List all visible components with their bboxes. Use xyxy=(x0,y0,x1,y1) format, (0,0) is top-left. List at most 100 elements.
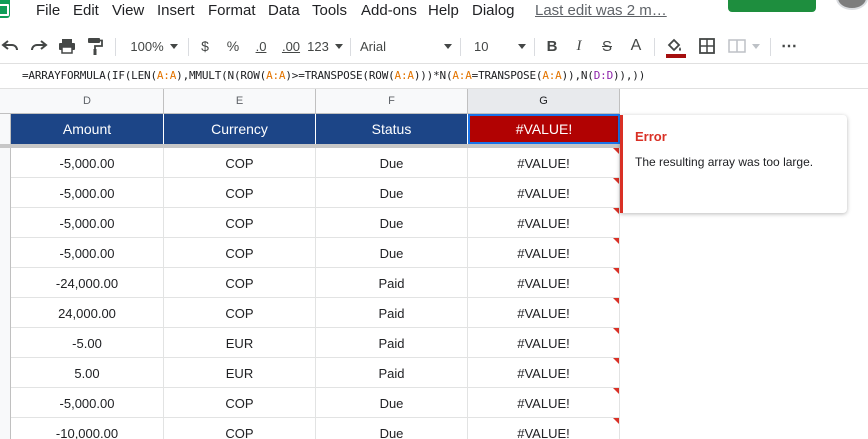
merge-cells-icon[interactable] xyxy=(726,34,762,58)
cell-status[interactable]: Due xyxy=(316,388,468,418)
cell-currency[interactable]: COP xyxy=(164,268,316,298)
cell-currency[interactable]: COP xyxy=(164,238,316,268)
formula-text[interactable]: =ARRAYFORMULA(IF(LEN(A:A),MMULT(N(ROW(A:… xyxy=(22,69,645,82)
menu-edit[interactable]: Edit xyxy=(73,2,99,19)
cell-amount[interactable]: -5,000.00 xyxy=(11,178,164,208)
more-formats-select[interactable]: 123 xyxy=(304,34,346,58)
menu-insert[interactable]: Insert xyxy=(157,2,195,19)
header-cell-currency[interactable]: Currency xyxy=(164,114,316,144)
cell-result[interactable]: #VALUE! xyxy=(468,328,620,358)
menu-view[interactable]: View xyxy=(112,2,144,19)
formula-bar[interactable]: =ARRAYFORMULA(IF(LEN(A:A),MMULT(N(ROW(A:… xyxy=(0,63,868,89)
cell-status[interactable]: Paid xyxy=(316,268,468,298)
cell-status[interactable]: Due xyxy=(316,418,468,439)
italic-button[interactable]: I xyxy=(570,34,588,58)
cell-amount[interactable]: -24,000.00 xyxy=(11,268,164,298)
cell-result[interactable]: #VALUE! xyxy=(468,388,620,418)
cell-currency[interactable]: COP xyxy=(164,298,316,328)
table-row: -24,000.00 COP Paid #VALUE! xyxy=(11,268,620,298)
undo-icon[interactable] xyxy=(0,34,20,58)
percent-format-button[interactable]: % xyxy=(224,34,242,58)
strikethrough-button[interactable]: S xyxy=(598,34,616,58)
menu-file[interactable]: File xyxy=(36,2,60,19)
cell-value: COP xyxy=(225,395,254,411)
table-row: -10,000.00 COP Due #VALUE! xyxy=(11,418,620,439)
menu-help[interactable]: Help xyxy=(428,2,459,19)
share-button[interactable] xyxy=(728,0,816,12)
cell-result[interactable]: #VALUE! xyxy=(468,178,620,208)
borders-icon[interactable] xyxy=(696,34,718,58)
more-options-icon[interactable]: ⋯ xyxy=(778,34,800,58)
table-row: 5.00 EUR Paid #VALUE! xyxy=(11,358,620,388)
cell-currency[interactable]: COP xyxy=(164,418,316,439)
sheets-logo-icon[interactable] xyxy=(0,0,10,18)
cell-result[interactable]: #VALUE! xyxy=(468,358,620,388)
formula-ref-d: D:D xyxy=(593,69,613,82)
cell-status[interactable]: Paid xyxy=(316,358,468,388)
cell-result[interactable]: #VALUE! xyxy=(468,148,620,178)
menu-dialog[interactable]: Dialog xyxy=(472,2,515,19)
header-cell-status[interactable]: Status xyxy=(316,114,468,144)
cell-value: #VALUE! xyxy=(517,425,570,439)
cell-currency[interactable]: COP xyxy=(164,388,316,418)
increase-decimals-button[interactable]: .00 xyxy=(278,34,304,58)
table-row: -5,000.00 COP Due #VALUE! xyxy=(11,238,620,268)
table-row: -5,000.00 COP Due #VALUE! xyxy=(11,208,620,238)
cell-value: #VALUE! xyxy=(517,275,570,291)
cell-currency[interactable]: COP xyxy=(164,178,316,208)
decrease-decimals-button[interactable]: .0 xyxy=(250,34,272,58)
cell-result[interactable]: #VALUE! xyxy=(468,298,620,328)
menu-data[interactable]: Data xyxy=(268,2,300,19)
font-size-select[interactable]: 10 xyxy=(474,34,526,58)
text-color-button[interactable]: A xyxy=(626,34,646,58)
cell-currency[interactable]: EUR xyxy=(164,358,316,388)
toolbar: 100% $ % .0 .00 123 Arial 10 B I S A ⋯ xyxy=(0,30,868,62)
cell-currency[interactable]: COP xyxy=(164,208,316,238)
cell-value: Due xyxy=(379,185,404,201)
cell-result[interactable]: #VALUE! xyxy=(468,268,620,298)
column-header-g[interactable]: G xyxy=(468,89,620,113)
menu-format[interactable]: Format xyxy=(208,2,256,19)
cell-amount[interactable]: -5,000.00 xyxy=(11,208,164,238)
font-name: Arial xyxy=(360,38,387,54)
cell-result[interactable]: #VALUE! xyxy=(468,238,620,268)
cell-value: COP xyxy=(225,155,254,171)
font-select[interactable]: Arial xyxy=(360,34,452,58)
cell-status[interactable]: Due xyxy=(316,148,468,178)
cell-result[interactable]: #VALUE! xyxy=(468,208,620,238)
redo-icon[interactable] xyxy=(28,34,50,58)
cell-result[interactable]: #VALUE! xyxy=(468,418,620,439)
last-edit-link[interactable]: Last edit was 2 m… xyxy=(535,2,667,19)
header-cell-amount[interactable]: Amount xyxy=(11,114,164,144)
cell-status[interactable]: Paid xyxy=(316,298,468,328)
cell-status[interactable]: Due xyxy=(316,208,468,238)
cell-status[interactable]: Due xyxy=(316,178,468,208)
cell-amount[interactable]: 5.00 xyxy=(11,358,164,388)
avatar[interactable] xyxy=(836,0,868,10)
zoom-select[interactable]: 100% xyxy=(126,34,182,58)
column-header-d[interactable]: D xyxy=(11,89,164,113)
bold-button[interactable]: B xyxy=(542,34,562,58)
cell-value: EUR xyxy=(225,365,254,381)
error-indicator-icon xyxy=(613,148,619,154)
cell-currency[interactable]: COP xyxy=(164,148,316,178)
currency-format-button[interactable]: $ xyxy=(196,34,214,58)
column-header-e[interactable]: E xyxy=(164,89,316,113)
cell-amount[interactable]: -5,000.00 xyxy=(11,238,164,268)
cell-amount[interactable]: -10,000.00 xyxy=(11,418,164,439)
cell-amount[interactable]: -5.00 xyxy=(11,328,164,358)
column-header-f[interactable]: F xyxy=(316,89,468,113)
print-icon[interactable] xyxy=(56,34,78,58)
cell-amount[interactable]: -5,000.00 xyxy=(11,148,164,178)
menu-tools[interactable]: Tools xyxy=(312,2,347,19)
cell-amount[interactable]: 24,000.00 xyxy=(11,298,164,328)
cell-status[interactable]: Paid xyxy=(316,328,468,358)
menu-addons[interactable]: Add-ons xyxy=(361,2,417,19)
cell-currency[interactable]: EUR xyxy=(164,328,316,358)
cell-status[interactable]: Due xyxy=(316,238,468,268)
cell-value: #VALUE! xyxy=(517,215,570,231)
paint-format-icon[interactable] xyxy=(84,34,106,58)
cell-value: -10,000.00 xyxy=(55,425,119,439)
header-cell-error[interactable]: #VALUE! xyxy=(468,114,620,144)
cell-amount[interactable]: -5,000.00 xyxy=(11,388,164,418)
